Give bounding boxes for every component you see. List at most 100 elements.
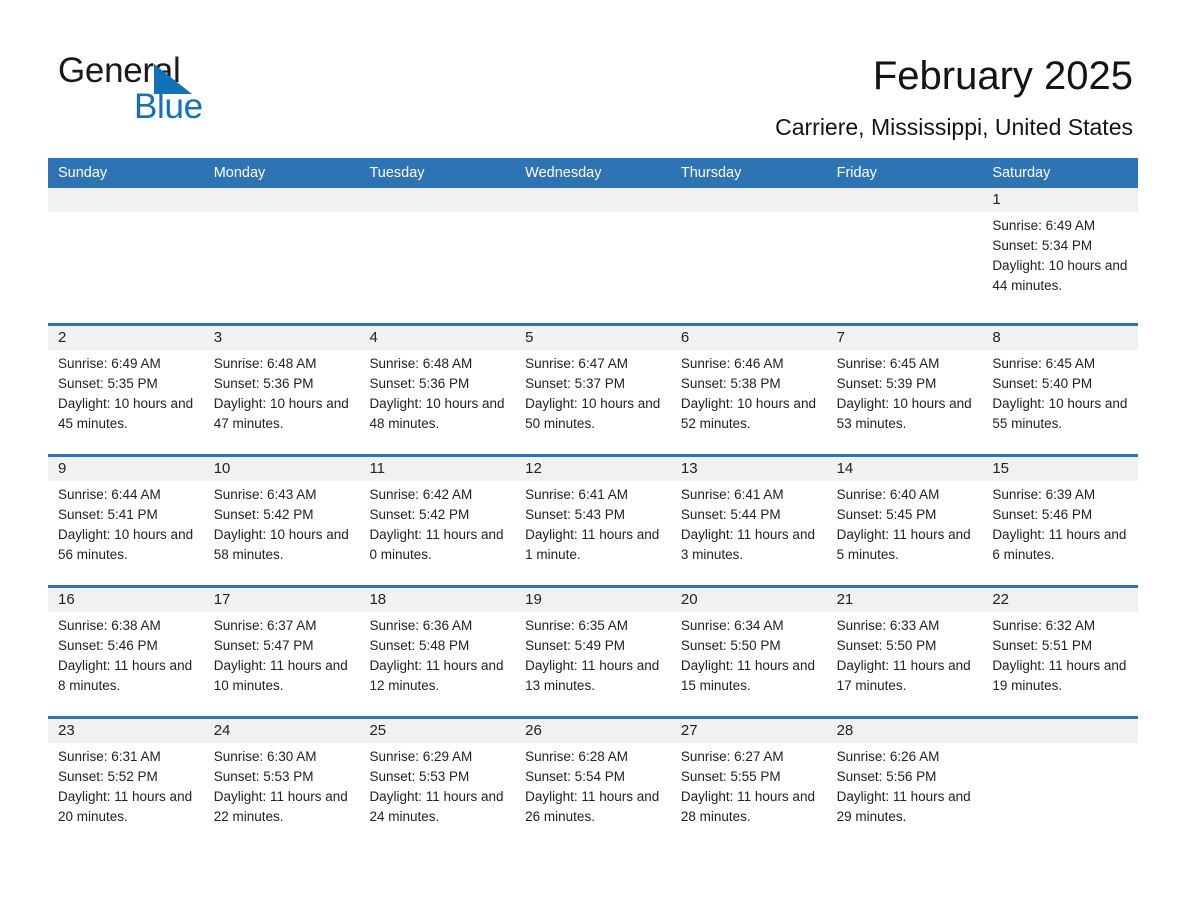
- daylight-text: Daylight: 11 hours and 10 minutes.: [213, 658, 348, 693]
- day-cell[interactable]: Sunrise: 6:38 AM Sunset: 5:46 PM Dayligh…: [48, 612, 204, 719]
- day-number[interactable]: 18: [359, 588, 515, 612]
- day-cell[interactable]: Sunrise: 6:47 AM Sunset: 5:37 PM Dayligh…: [515, 350, 671, 457]
- day-number[interactable]: [48, 188, 204, 212]
- day-number[interactable]: 14: [827, 457, 983, 481]
- day-cell[interactable]: Sunrise: 6:37 AM Sunset: 5:47 PM Dayligh…: [204, 612, 360, 719]
- day-number[interactable]: 21: [827, 588, 983, 612]
- day-number[interactable]: [204, 188, 360, 212]
- day-number[interactable]: 11: [359, 457, 515, 481]
- day-number[interactable]: 27: [671, 719, 827, 743]
- sunrise-text: Sunrise: 6:48 AM: [213, 356, 317, 371]
- day-number[interactable]: 5: [515, 326, 671, 350]
- day-cell[interactable]: Sunrise: 6:44 AM Sunset: 5:41 PM Dayligh…: [48, 481, 204, 588]
- day-number[interactable]: 16: [48, 588, 204, 612]
- sunset-text: Sunset: 5:36 PM: [213, 376, 314, 391]
- daylight-text: Daylight: 11 hours and 28 minutes.: [680, 789, 815, 824]
- weekday-header-friday: Friday: [836, 165, 877, 181]
- day-cell[interactable]: Sunrise: 6:34 AM Sunset: 5:50 PM Dayligh…: [671, 612, 827, 719]
- day-number[interactable]: 22: [982, 588, 1138, 612]
- day-cell[interactable]: [982, 743, 1138, 850]
- day-cell[interactable]: Sunrise: 6:29 AM Sunset: 5:53 PM Dayligh…: [359, 743, 515, 850]
- day-number[interactable]: 12: [515, 457, 671, 481]
- sunrise-text: Sunrise: 6:47 AM: [525, 356, 628, 371]
- day-number[interactable]: 15: [982, 457, 1138, 481]
- sunset-text: Sunset: 5:40 PM: [992, 376, 1093, 391]
- day-cell[interactable]: Sunrise: 6:26 AM Sunset: 5:56 PM Dayligh…: [827, 743, 983, 850]
- day-cell[interactable]: [515, 212, 671, 319]
- day-cell[interactable]: Sunrise: 6:40 AM Sunset: 5:45 PM Dayligh…: [827, 481, 983, 588]
- day-number[interactable]: [982, 719, 1138, 743]
- day-cell[interactable]: Sunrise: 6:42 AM Sunset: 5:42 PM Dayligh…: [359, 481, 515, 588]
- day-cell[interactable]: Sunrise: 6:28 AM Sunset: 5:54 PM Dayligh…: [515, 743, 671, 850]
- day-number[interactable]: 13: [671, 457, 827, 481]
- day-cell[interactable]: [671, 212, 827, 319]
- day-number[interactable]: 8: [982, 326, 1138, 350]
- sunset-text: Sunset: 5:46 PM: [992, 507, 1093, 522]
- sunrise-text: Sunrise: 6:29 AM: [369, 749, 473, 764]
- sunrise-text: Sunrise: 6:43 AM: [213, 487, 317, 502]
- day-cell[interactable]: Sunrise: 6:35 AM Sunset: 5:49 PM Dayligh…: [515, 612, 671, 719]
- daylight-text: Daylight: 11 hours and 5 minutes.: [836, 527, 971, 562]
- day-number[interactable]: 1: [982, 188, 1138, 212]
- day-cell[interactable]: Sunrise: 6:33 AM Sunset: 5:50 PM Dayligh…: [827, 612, 983, 719]
- sunrise-text: Sunrise: 6:30 AM: [213, 749, 317, 764]
- day-cell[interactable]: Sunrise: 6:49 AM Sunset: 5:35 PM Dayligh…: [48, 350, 204, 457]
- sunset-text: Sunset: 5:47 PM: [213, 638, 314, 653]
- day-cell[interactable]: Sunrise: 6:45 AM Sunset: 5:39 PM Dayligh…: [827, 350, 983, 457]
- day-cell[interactable]: [827, 212, 983, 319]
- day-number[interactable]: 6: [671, 326, 827, 350]
- day-cell[interactable]: Sunrise: 6:39 AM Sunset: 5:46 PM Dayligh…: [982, 481, 1138, 588]
- day-cell[interactable]: Sunrise: 6:48 AM Sunset: 5:36 PM Dayligh…: [359, 350, 515, 457]
- day-cell[interactable]: Sunrise: 6:49 AM Sunset: 5:34 PM Dayligh…: [982, 212, 1138, 319]
- daylight-text: Daylight: 11 hours and 1 minute.: [525, 527, 660, 562]
- sunrise-text: Sunrise: 6:33 AM: [836, 618, 940, 633]
- day-number[interactable]: 28: [827, 719, 983, 743]
- day-cell[interactable]: [204, 212, 360, 319]
- day-cell[interactable]: Sunrise: 6:41 AM Sunset: 5:43 PM Dayligh…: [515, 481, 671, 588]
- day-cell[interactable]: [48, 212, 204, 319]
- day-cell[interactable]: Sunrise: 6:36 AM Sunset: 5:48 PM Dayligh…: [359, 612, 515, 719]
- day-cell[interactable]: Sunrise: 6:32 AM Sunset: 5:51 PM Dayligh…: [982, 612, 1138, 719]
- day-cell[interactable]: Sunrise: 6:27 AM Sunset: 5:55 PM Dayligh…: [671, 743, 827, 850]
- sunrise-text: Sunrise: 6:45 AM: [992, 356, 1096, 371]
- day-cell[interactable]: Sunrise: 6:30 AM Sunset: 5:53 PM Dayligh…: [204, 743, 360, 850]
- day-number[interactable]: [515, 188, 671, 212]
- sunrise-text: Sunrise: 6:49 AM: [992, 218, 1096, 233]
- day-number[interactable]: 26: [515, 719, 671, 743]
- day-number[interactable]: 19: [515, 588, 671, 612]
- sunset-text: Sunset: 5:42 PM: [369, 507, 470, 522]
- day-number[interactable]: 10: [204, 457, 360, 481]
- sunset-text: Sunset: 5:38 PM: [680, 376, 781, 391]
- week-day-detail-band: Sunrise: 6:49 AM Sunset: 5:35 PM Dayligh…: [48, 350, 1138, 457]
- day-number[interactable]: 20: [671, 588, 827, 612]
- weekday-header-tuesday: Tuesday: [369, 165, 425, 181]
- weekday-header-monday: Monday: [213, 165, 266, 181]
- sunset-text: Sunset: 5:39 PM: [836, 376, 937, 391]
- day-number[interactable]: [359, 188, 515, 212]
- day-number[interactable]: 23: [48, 719, 204, 743]
- day-cell[interactable]: Sunrise: 6:43 AM Sunset: 5:42 PM Dayligh…: [204, 481, 360, 588]
- day-number[interactable]: 3: [204, 326, 360, 350]
- general-blue-logo[interactable]: General Blue: [58, 52, 318, 128]
- day-cell[interactable]: [359, 212, 515, 319]
- day-cell[interactable]: Sunrise: 6:41 AM Sunset: 5:44 PM Dayligh…: [671, 481, 827, 588]
- day-number[interactable]: 24: [204, 719, 360, 743]
- day-number[interactable]: 7: [827, 326, 983, 350]
- week-row: 1 Sunrise: 6:49 AM Sunset: 5:34 PM Dayli…: [48, 188, 1138, 323]
- sunrise-text: Sunrise: 6:44 AM: [58, 487, 161, 502]
- day-cell[interactable]: Sunrise: 6:31 AM Sunset: 5:52 PM Dayligh…: [48, 743, 204, 850]
- sunrise-text: Sunrise: 6:35 AM: [525, 618, 628, 633]
- day-number[interactable]: 4: [359, 326, 515, 350]
- day-number[interactable]: 9: [48, 457, 204, 481]
- daylight-text: Daylight: 11 hours and 17 minutes.: [836, 658, 971, 693]
- day-number[interactable]: [827, 188, 983, 212]
- day-cell[interactable]: Sunrise: 6:46 AM Sunset: 5:38 PM Dayligh…: [671, 350, 827, 457]
- day-number[interactable]: 2: [48, 326, 204, 350]
- day-number[interactable]: [671, 188, 827, 212]
- daylight-text: Daylight: 10 hours and 52 minutes.: [680, 396, 816, 431]
- day-number[interactable]: 25: [359, 719, 515, 743]
- day-number[interactable]: 17: [204, 588, 360, 612]
- day-cell[interactable]: Sunrise: 6:45 AM Sunset: 5:40 PM Dayligh…: [982, 350, 1138, 457]
- day-cell[interactable]: Sunrise: 6:48 AM Sunset: 5:36 PM Dayligh…: [204, 350, 360, 457]
- sunrise-text: Sunrise: 6:49 AM: [58, 356, 161, 371]
